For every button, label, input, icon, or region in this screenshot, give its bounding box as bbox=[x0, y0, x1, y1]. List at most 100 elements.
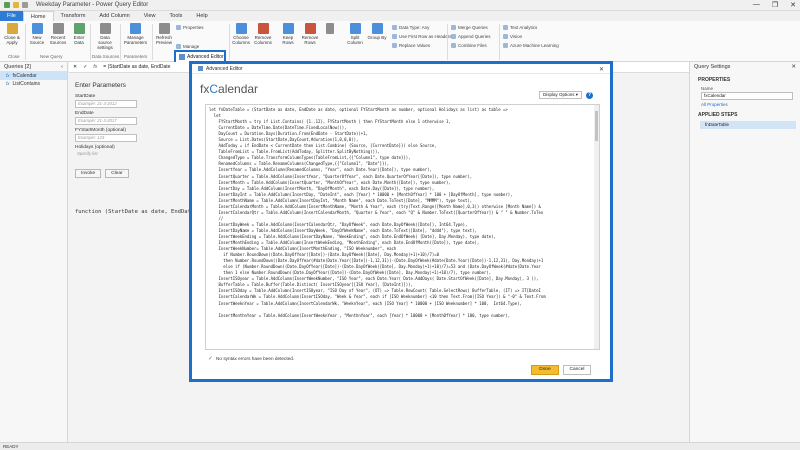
data-type-icon bbox=[392, 25, 397, 30]
manage-icon bbox=[176, 44, 181, 49]
use-first-row-button[interactable]: Use First Row as Headers bbox=[392, 34, 452, 39]
ribbon-separator bbox=[90, 24, 91, 60]
tab-tools[interactable]: Tools bbox=[163, 11, 190, 21]
vision-button[interactable]: Vision bbox=[503, 34, 522, 39]
formula-text[interactable]: = (StartDate as date, EndDate bbox=[103, 64, 170, 70]
collapse-icon[interactable]: ‹ bbox=[61, 62, 63, 72]
close-dialog-button[interactable]: ✕ bbox=[599, 65, 604, 75]
param-label: FYStartMonth (optional) bbox=[75, 128, 126, 133]
param-label: StartDate bbox=[75, 94, 96, 99]
recent-sources-button[interactable]: Recent Sources bbox=[48, 23, 68, 45]
properties-button[interactable]: Properties bbox=[176, 25, 204, 30]
holidays-input[interactable]: Specify list bbox=[75, 151, 137, 159]
scrollbar-thumb[interactable] bbox=[595, 111, 598, 141]
display-options-area: Display Options ▾ ? bbox=[539, 91, 594, 99]
manage-parameters-button[interactable]: Manage Parameters bbox=[123, 23, 148, 45]
clear-button[interactable]: Clear bbox=[105, 169, 129, 178]
manage-button[interactable]: Manage bbox=[176, 44, 199, 49]
tab-add-column[interactable]: Add Column bbox=[92, 11, 136, 21]
title-bar: Weekday Parameter - Power Query Editor —… bbox=[0, 0, 800, 11]
m-code[interactable]: let fnDateTable = (StartDate as date, En… bbox=[209, 107, 596, 319]
confirm-formula-icon[interactable]: ✓ bbox=[83, 64, 87, 70]
tab-help[interactable]: Help bbox=[189, 11, 214, 21]
advanced-editor-dialog: Advanced Editor ✕ fxCalendar Display Opt… bbox=[189, 61, 613, 382]
ribbon-separator bbox=[499, 24, 500, 60]
sort-icon bbox=[326, 23, 334, 34]
undo-icon[interactable] bbox=[13, 2, 19, 8]
tab-home[interactable]: Home bbox=[22, 11, 54, 21]
data-type-dropdown[interactable]: Data Type: Any bbox=[392, 25, 429, 30]
fx-icon: fx bbox=[93, 64, 98, 70]
cancel-formula-icon[interactable]: ✕ bbox=[73, 64, 77, 70]
recent-sources-icon bbox=[52, 23, 64, 34]
query-item[interactable]: fx fxCalendar bbox=[0, 72, 67, 80]
refresh-preview-button[interactable]: Refresh Preview bbox=[154, 23, 174, 45]
status-bar: READY bbox=[0, 442, 800, 450]
function-icon: fx bbox=[6, 81, 10, 86]
combine-files-button[interactable]: Combine Files bbox=[451, 43, 487, 48]
name-label: Name bbox=[701, 86, 714, 91]
tab-transform[interactable]: Transform bbox=[54, 11, 93, 21]
new-source-icon bbox=[31, 23, 43, 34]
end-date-input[interactable]: Example: 21-3-2017 bbox=[75, 117, 137, 125]
invoke-button[interactable]: Invoke bbox=[75, 169, 102, 178]
minimize-button[interactable]: — bbox=[753, 1, 760, 9]
enter-data-button[interactable]: Enter Data bbox=[69, 23, 89, 45]
applied-steps-heading: APPLIED STEPS bbox=[698, 112, 738, 118]
query-name-input[interactable]: fxCalendar bbox=[701, 92, 793, 100]
table-icon bbox=[73, 23, 85, 34]
brand-highlight: C bbox=[209, 82, 219, 96]
close-icon[interactable]: ✕ bbox=[791, 62, 796, 72]
window-title: Weekday Parameter - Power Query Editor bbox=[36, 2, 149, 8]
code-editor[interactable]: let fnDateTable = (StartDate as date, En… bbox=[205, 104, 600, 350]
cancel-button[interactable]: Cancel bbox=[563, 365, 591, 375]
parameters-icon bbox=[130, 23, 141, 34]
text-analytics-button[interactable]: Text Analytics bbox=[503, 25, 537, 30]
all-properties-link[interactable]: All Properties bbox=[690, 102, 800, 107]
tab-view[interactable]: View bbox=[137, 11, 163, 21]
sort-button[interactable] bbox=[324, 23, 336, 35]
power-query-editor: Weekday Parameter - Power Query Editor —… bbox=[0, 0, 800, 450]
remove-columns-button[interactable]: Remove Columns bbox=[253, 23, 273, 45]
merge-queries-button[interactable]: Merge Queries bbox=[451, 25, 488, 30]
start-date-input[interactable]: Example: 21-3-2012 bbox=[75, 100, 137, 108]
ribbon-separator bbox=[25, 24, 26, 60]
ribbon: Close & Apply Close New Source Recent So… bbox=[0, 21, 800, 64]
display-options-dropdown[interactable]: Display Options ▾ bbox=[539, 91, 583, 99]
choose-columns-button[interactable]: Choose Columns bbox=[231, 23, 251, 45]
keep-rows-button[interactable]: Keep Rows bbox=[278, 23, 298, 45]
group-by-button[interactable]: Group By bbox=[367, 23, 387, 40]
append-queries-button[interactable]: Append Queries bbox=[451, 34, 491, 39]
replace-icon bbox=[392, 43, 397, 48]
applied-step-item[interactable]: fnDateTable bbox=[700, 121, 796, 129]
azure-ml-button[interactable]: Azure Machine Learning bbox=[503, 43, 559, 48]
group-by-icon bbox=[371, 23, 383, 34]
text-analytics-icon bbox=[503, 25, 508, 30]
close-apply-button[interactable]: Close & Apply bbox=[2, 23, 22, 45]
ribbon-tabs: File Home Transform Add Column View Tool… bbox=[0, 11, 800, 21]
new-source-button[interactable]: New Source bbox=[27, 23, 47, 45]
fy-start-month-input[interactable]: Example: 123 bbox=[75, 134, 137, 142]
split-column-button[interactable]: Split Column bbox=[345, 23, 365, 45]
help-icon[interactable]: ? bbox=[586, 91, 594, 99]
vertical-scrollbar[interactable] bbox=[594, 105, 599, 349]
ribbon-separator bbox=[229, 24, 230, 60]
params-heading: Enter Parameters bbox=[75, 82, 126, 89]
data-source-settings-button[interactable]: Data source settings bbox=[93, 23, 117, 50]
queries-header: Queries [2] ‹ bbox=[0, 62, 67, 72]
customize-icon[interactable] bbox=[22, 2, 28, 8]
close-window-button[interactable]: ✕ bbox=[790, 1, 796, 9]
query-item[interactable]: fx ListContains bbox=[0, 80, 67, 88]
split-column-icon bbox=[349, 23, 361, 34]
replace-values-button[interactable]: Replace Values bbox=[392, 43, 430, 48]
query-settings-pane: Query Settings ✕ PROPERTIES Name fxCalen… bbox=[689, 62, 800, 442]
group-label-parameters: Parameters bbox=[124, 54, 148, 59]
done-button[interactable]: Done bbox=[531, 365, 559, 375]
save-icon[interactable] bbox=[4, 2, 10, 8]
tab-file[interactable]: File bbox=[0, 11, 23, 21]
maximize-button[interactable]: ❐ bbox=[772, 1, 778, 9]
remove-rows-button[interactable]: Remove Rows bbox=[300, 23, 320, 45]
combine-icon bbox=[451, 43, 456, 48]
enter-parameters-panel: Enter Parameters StartDate Example: 21-3… bbox=[75, 82, 200, 178]
group-label-data-sources: Data Sources bbox=[92, 54, 120, 59]
